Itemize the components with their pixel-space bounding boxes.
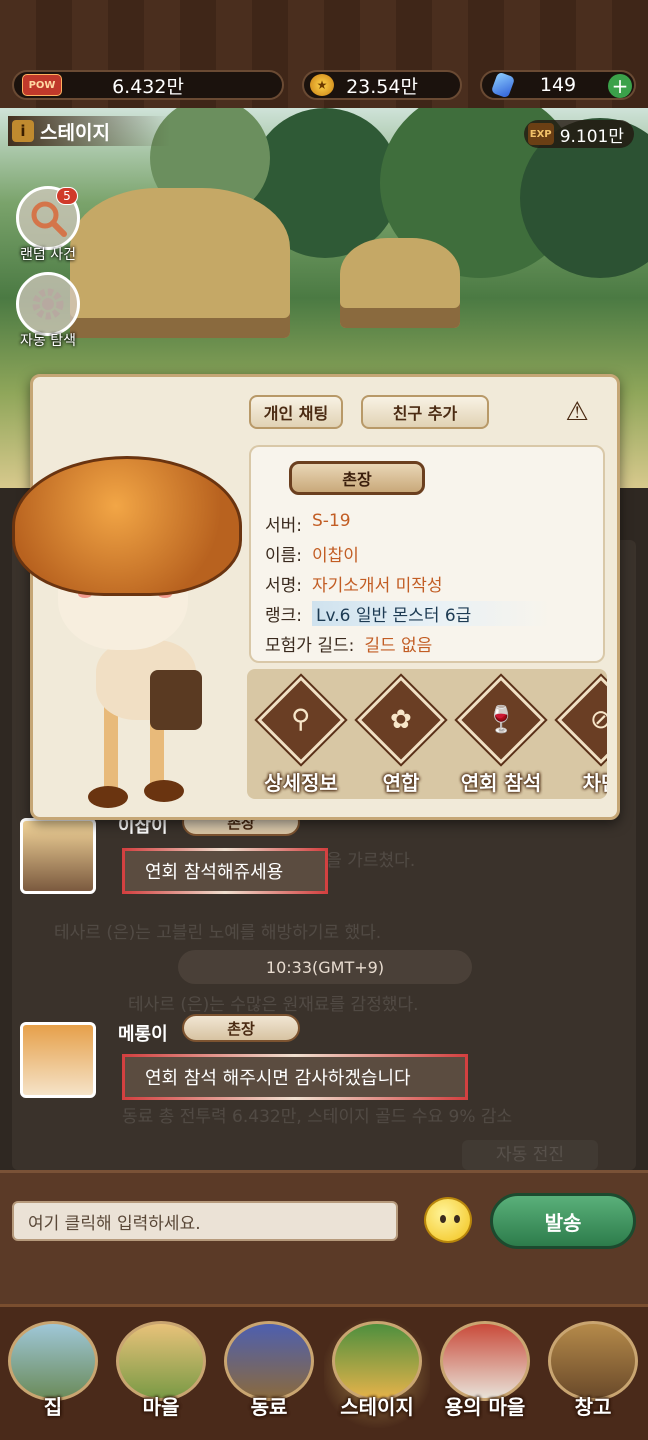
game-screen: POW 6.432만 ★ 23.54만 149 + i 스테이지 EXP 9.1… <box>0 0 648 1440</box>
server-label: 서버: <box>265 516 303 536</box>
server-value: S-19 <box>312 511 351 531</box>
guild-label: 모험가 길드: <box>265 636 355 656</box>
role-badge: 촌장 <box>289 461 425 495</box>
guild-value: 길드 없음 <box>364 636 433 656</box>
nav-warehouse[interactable]: 창고 <box>540 1313 646 1433</box>
emoji-button[interactable] <box>424 1197 472 1243</box>
exp-icon: EXP <box>527 123 554 145</box>
gold-value: 23.54만 <box>346 75 418 98</box>
nav-dragon-village[interactable]: 용의 마을 <box>432 1313 538 1433</box>
nav-label: 창고 <box>574 1395 612 1419</box>
rank-row: 랭크: Lv.6 일반 몬스터 6급 <box>265 601 552 626</box>
detail-info-label: 상세정보 <box>264 771 338 795</box>
village-icon <box>116 1321 206 1401</box>
gold-counter: ★ 23.54만 <box>302 70 462 100</box>
name-value: 이찹이 <box>312 546 359 566</box>
server-row: 서버: S-19 <box>265 511 351 536</box>
sender-name: 메롱이 <box>118 1024 168 1045</box>
send-button[interactable]: 발송 <box>490 1193 636 1249</box>
stage-icon <box>332 1321 422 1401</box>
power-value: 6.432만 <box>112 75 184 98</box>
auto-advance-toggle[interactable]: 자동 전진 <box>462 1140 598 1170</box>
random-event-label: 랜덤 사건 <box>20 247 76 263</box>
nav-label: 스테이지 <box>340 1395 414 1419</box>
message-text: 연회 참석해쥬세용 <box>145 862 284 883</box>
chat-input-bar: 여기 클릭해 입력하세요. 발송 <box>0 1170 648 1304</box>
pow-icon: POW <box>22 74 62 96</box>
stage-title: 스테이지 <box>40 121 110 144</box>
stage-header[interactable]: i 스테이지 <box>8 116 170 146</box>
nav-label: 마을 <box>142 1395 180 1419</box>
bottom-nav: 집 마을 동료 스테이지 용의 마을 창고 <box>0 1304 648 1440</box>
faint-message: 테사르 (은)는 수많은 원재료를 감정했다. <box>128 995 419 1015</box>
banquet-join-label: 연회 참석 <box>460 771 542 795</box>
block-label: 차단 <box>582 771 607 795</box>
gear-icon <box>32 288 64 320</box>
nav-companions[interactable]: 동료 <box>216 1313 322 1433</box>
gem-value: 149 <box>539 74 577 96</box>
name-label: 이름: <box>265 546 303 566</box>
report-warning-icon[interactable]: ⚠ <box>561 397 593 427</box>
companions-icon <box>224 1321 314 1401</box>
thatched-hut <box>70 188 290 338</box>
info-icon[interactable]: i <box>12 120 34 142</box>
chat-bubble: 연회 참석 해주시면 감사하겠습니다 <box>122 1054 468 1100</box>
top-bar: POW 6.432만 ★ 23.54만 149 + <box>0 0 648 108</box>
message-text: 연회 참석 해주시면 감사하겠습니다 <box>145 1068 411 1089</box>
detail-info-button[interactable]: ⚲ 상세정보 <box>255 676 347 796</box>
random-event-badge: 5 <box>56 187 78 205</box>
guild-row: 모험가 길드: 길드 없음 <box>265 631 432 656</box>
rank-value: Lv.6 일반 몬스터 6급 <box>312 601 552 626</box>
add-gem-button[interactable]: + <box>608 74 632 98</box>
avatar[interactable] <box>20 1022 96 1098</box>
auto-explore-button[interactable] <box>16 272 80 336</box>
satchel <box>150 670 202 730</box>
power-counter: POW 6.432만 <box>12 70 284 100</box>
gem-counter: 149 + <box>480 70 636 100</box>
alliance-label: 연합 <box>382 771 420 795</box>
alliance-button[interactable]: ✿ 연합 <box>355 676 447 796</box>
search-icon: ⚲ <box>257 676 345 764</box>
nav-house[interactable]: 집 <box>0 1313 106 1433</box>
auto-explore-label: 자동 탐색 <box>20 333 76 349</box>
nav-label: 용의 마을 <box>444 1395 526 1419</box>
chat-input[interactable]: 여기 클릭해 입력하세요. <box>12 1201 398 1241</box>
small-hut <box>340 238 460 328</box>
dragon-village-icon <box>440 1321 530 1401</box>
block-button[interactable]: ⊘ 차단 <box>555 676 607 796</box>
signature-value: 자기소개서 미작성 <box>312 576 443 596</box>
warehouse-icon <box>548 1321 638 1401</box>
rose-icon: ✿ <box>357 676 445 764</box>
profile-actions: ⚲ 상세정보 ✿ 연합 🍷 연회 참석 ⊘ 차단 <box>247 669 607 799</box>
wine-glasses-icon: 🍷 <box>457 676 545 764</box>
chat-bubble: 연회 참석해쥬세용 <box>122 848 328 894</box>
exp-value: 9.101만 <box>559 126 624 147</box>
exp-counter: EXP 9.101만 <box>523 120 634 148</box>
gold-coin-icon: ★ <box>310 74 334 96</box>
title-badge: 촌장 <box>182 1014 300 1042</box>
private-chat-button[interactable]: 개인 채팅 <box>249 395 343 429</box>
gem-icon <box>490 71 516 99</box>
add-friend-button[interactable]: 친구 추가 <box>361 395 489 429</box>
nav-village[interactable]: 마을 <box>108 1313 214 1433</box>
nav-stage[interactable]: 스테이지 <box>324 1313 430 1433</box>
banquet-join-button[interactable]: 🍷 연회 참석 <box>455 676 547 796</box>
nav-label: 집 <box>43 1395 63 1419</box>
signature-label: 서명: <box>265 576 303 596</box>
faint-message: 테사르 (은)는 고블린 노예를 해방하기로 했다. <box>54 923 382 943</box>
faint-message: 동료 총 전투력 6.432만, 스테이지 골드 수요 9% 감소 <box>122 1107 513 1127</box>
house-icon <box>8 1321 98 1401</box>
nav-label: 동료 <box>250 1395 288 1419</box>
profile-info-box: 촌장 서버: S-19 이름: 이찹이 서명: 자기소개서 미작성 랭크: Lv… <box>249 445 605 663</box>
time-divider: 10:33(GMT+9) <box>178 950 472 984</box>
rank-label: 랭크: <box>265 606 303 626</box>
avatar[interactable] <box>20 818 96 894</box>
block-icon: ⊘ <box>557 676 607 764</box>
signature-row: 서명: 자기소개서 미작성 <box>265 571 443 596</box>
name-row: 이름: 이찹이 <box>265 541 359 566</box>
